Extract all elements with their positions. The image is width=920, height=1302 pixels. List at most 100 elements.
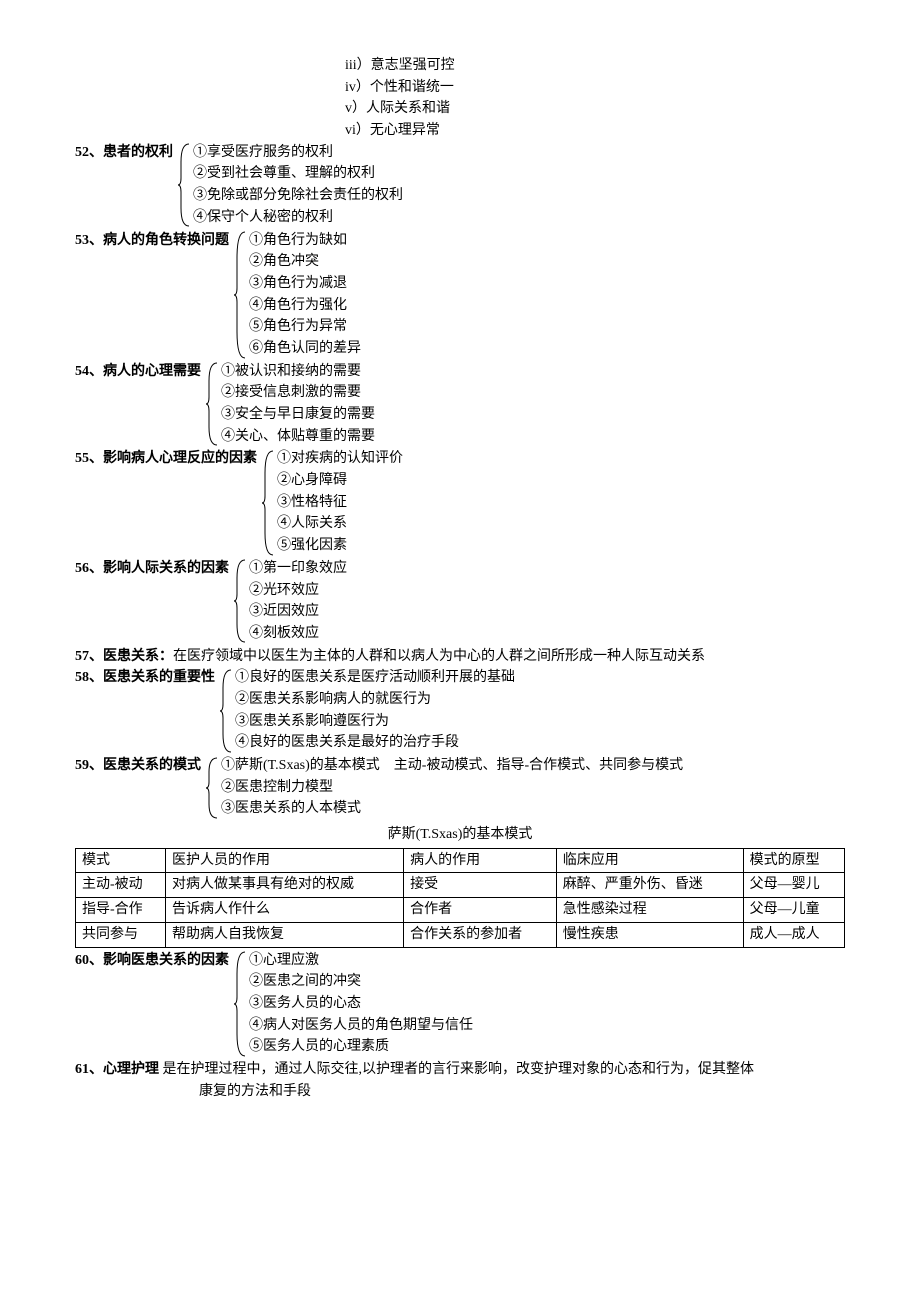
table-cell: 告诉病人作什么 <box>165 898 403 923</box>
item-number: 59、 <box>75 755 103 820</box>
list-line: ③近因效应 <box>249 601 347 623</box>
item-57: 57、医患关系：在医疗领域中以医生为主体的人群和以病人为中心的人群之间所形成一种… <box>75 646 845 668</box>
item-number: 60、 <box>75 950 103 1058</box>
list-line: ①被认识和接纳的需要 <box>221 361 375 383</box>
brace-icon <box>219 667 233 754</box>
pre-line: iv）个性和谐统一 <box>345 77 845 99</box>
table-title: 萨斯(T.Sxas)的基本模式 <box>75 824 845 846</box>
list-line: ④刻板效应 <box>249 623 347 645</box>
item-number: 57、 <box>75 649 103 664</box>
table-cell: 模式的原型 <box>743 848 844 873</box>
list-line: ①享受医疗服务的权利 <box>193 142 403 164</box>
list-line: ②接受信息刺激的需要 <box>221 382 375 404</box>
table-cell: 合作关系的参加者 <box>404 922 557 947</box>
list-line: ④角色行为强化 <box>249 295 361 317</box>
continuation-lines: iii）意志坚强可控 iv）个性和谐统一 v）人际关系和谐 vi）无心理异常 <box>75 55 845 142</box>
list-line: ④人际关系 <box>277 513 403 535</box>
item-title: 病人的角色转换问题 <box>103 230 229 360</box>
item-55: 55、 影响病人心理反应的因素 ①对疾病的认知评价 ②心身障碍 ③性格特征 ④人… <box>75 448 845 556</box>
item-title: 影响医患关系的因素 <box>103 950 229 1058</box>
table-row: 指导-合作 告诉病人作什么 合作者 急性感染过程 父母—儿童 <box>76 898 845 923</box>
list-line: ⑤角色行为异常 <box>249 316 361 338</box>
item-58: 58、 医患关系的重要性 ①良好的医患关系是医疗活动顺利开展的基础 ②医患关系影… <box>75 667 845 754</box>
list-line: ①对疾病的认知评价 <box>277 448 403 470</box>
item-number: 53、 <box>75 230 103 360</box>
pre-line: v）人际关系和谐 <box>345 98 845 120</box>
list-line: ④病人对医务人员的角色期望与信任 <box>249 1015 473 1037</box>
item-61: 61、心理护理 是在护理过程中，通过人际交往,以护理者的言行来影响，改变护理对象… <box>75 1059 845 1102</box>
table-cell: 医护人员的作用 <box>165 848 403 873</box>
table-cell: 接受 <box>404 873 557 898</box>
pre-line: vi）无心理异常 <box>345 120 845 142</box>
table-cell: 临床应用 <box>556 848 743 873</box>
brace-icon <box>177 142 191 229</box>
table-cell: 合作者 <box>404 898 557 923</box>
list-line: ①心理应激 <box>249 950 473 972</box>
list-line: ③性格特征 <box>277 492 403 514</box>
item-title: 影响病人心理反应的因素 <box>103 448 257 556</box>
item-52: 52、 患者的权利 ①享受医疗服务的权利 ②受到社会尊重、理解的权利 ③免除或部… <box>75 142 845 229</box>
list-line: ③角色行为减退 <box>249 273 361 295</box>
table-row: 主动-被动 对病人做某事具有绝对的权威 接受 麻醉、严重外伤、昏迷 父母—婴儿 <box>76 873 845 898</box>
item-title: 医患关系： <box>103 649 173 664</box>
item-title: 影响人际关系的因素 <box>103 558 229 645</box>
table-cell: 病人的作用 <box>404 848 557 873</box>
table-cell: 对病人做某事具有绝对的权威 <box>165 873 403 898</box>
list-line: ①萨斯(T.Sxas)的基本模式 主动-被动模式、指导-合作模式、共同参与模式 <box>221 755 683 777</box>
definition-text: 是在护理过程中，通过人际交往,以护理者的言行来影响，改变护理对象的心态和行为，促… <box>159 1062 754 1077</box>
brace-icon <box>233 230 247 360</box>
list-line: ①良好的医患关系是医疗活动顺利开展的基础 <box>235 667 515 689</box>
table-cell: 麻醉、严重外伤、昏迷 <box>556 873 743 898</box>
table-row: 共同参与 帮助病人自我恢复 合作关系的参加者 慢性疾患 成人—成人 <box>76 922 845 947</box>
list-line: ③医患关系的人本模式 <box>221 798 683 820</box>
table-cell: 指导-合作 <box>76 898 166 923</box>
item-53: 53、 病人的角色转换问题 ①角色行为缺如 ②角色冲突 ③角色行为减退 ④角色行… <box>75 230 845 360</box>
list-line: ⑤强化因素 <box>277 535 403 557</box>
list-line: ①第一印象效应 <box>249 558 347 580</box>
list-line: ③医患关系影响遵医行为 <box>235 711 515 733</box>
item-title: 病人的心理需要 <box>103 361 201 448</box>
list-line: ②受到社会尊重、理解的权利 <box>193 163 403 185</box>
table-cell: 主动-被动 <box>76 873 166 898</box>
list-line: ④保守个人秘密的权利 <box>193 207 403 229</box>
item-number: 61、 <box>75 1062 103 1077</box>
table-cell: 模式 <box>76 848 166 873</box>
table-cell: 成人—成人 <box>743 922 844 947</box>
item-title: 患者的权利 <box>103 142 173 229</box>
item-56: 56、 影响人际关系的因素 ①第一印象效应 ②光环效应 ③近因效应 ④刻板效应 <box>75 558 845 645</box>
brace-icon <box>205 755 219 820</box>
table-row: 模式 医护人员的作用 病人的作用 临床应用 模式的原型 <box>76 848 845 873</box>
modes-table: 模式 医护人员的作用 病人的作用 临床应用 模式的原型 主动-被动 对病人做某事… <box>75 848 845 948</box>
item-title: 医患关系的模式 <box>103 755 201 820</box>
list-line: ②医患关系影响病人的就医行为 <box>235 689 515 711</box>
list-line: ③医务人员的心态 <box>249 993 473 1015</box>
table-cell: 急性感染过程 <box>556 898 743 923</box>
list-line: ③安全与早日康复的需要 <box>221 404 375 426</box>
table-cell: 父母—儿童 <box>743 898 844 923</box>
item-number: 52、 <box>75 142 103 229</box>
list-line: ④关心、体贴尊重的需要 <box>221 426 375 448</box>
list-line: ⑥角色认同的差异 <box>249 338 361 360</box>
table-cell: 帮助病人自我恢复 <box>165 922 403 947</box>
list-line: ②光环效应 <box>249 580 347 602</box>
item-title: 医患关系的重要性 <box>103 667 215 754</box>
brace-icon <box>261 448 275 556</box>
item-title: 心理护理 <box>103 1062 159 1077</box>
item-60: 60、 影响医患关系的因素 ①心理应激 ②医患之间的冲突 ③医务人员的心态 ④病… <box>75 950 845 1058</box>
item-number: 58、 <box>75 667 103 754</box>
list-line: ①角色行为缺如 <box>249 230 361 252</box>
table-cell: 共同参与 <box>76 922 166 947</box>
table-cell: 慢性疾患 <box>556 922 743 947</box>
item-number: 56、 <box>75 558 103 645</box>
list-line: ②心身障碍 <box>277 470 403 492</box>
item-number: 54、 <box>75 361 103 448</box>
item-54: 54、 病人的心理需要 ①被认识和接纳的需要 ②接受信息刺激的需要 ③安全与早日… <box>75 361 845 448</box>
table-cell: 父母—婴儿 <box>743 873 844 898</box>
list-line: ⑤医务人员的心理素质 <box>249 1036 473 1058</box>
list-line: ④良好的医患关系是最好的治疗手段 <box>235 732 515 754</box>
brace-icon <box>205 361 219 448</box>
list-line: ②医患控制力模型 <box>221 777 683 799</box>
item-59: 59、 医患关系的模式 ①萨斯(T.Sxas)的基本模式 主动-被动模式、指导-… <box>75 755 845 820</box>
pre-line: iii）意志坚强可控 <box>345 55 845 77</box>
brace-icon <box>233 950 247 1058</box>
